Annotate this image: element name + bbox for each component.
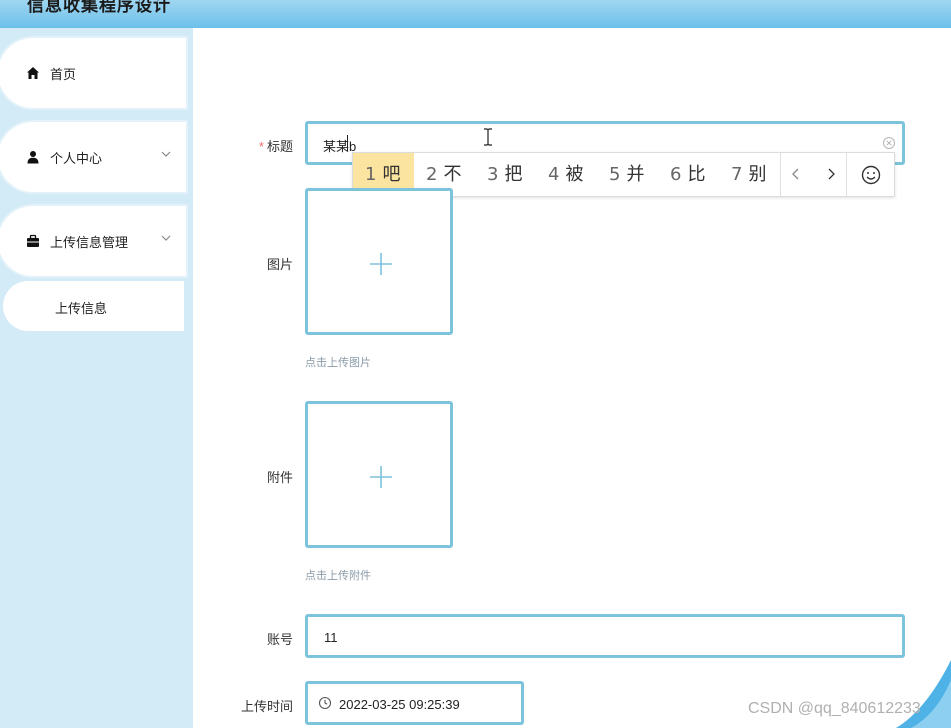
text-caret — [347, 135, 348, 151]
sidebar-item-upload-management[interactable]: 上传信息管理 — [0, 208, 184, 274]
text-cursor-icon — [484, 128, 492, 146]
briefcase-icon — [27, 234, 39, 247]
account-input[interactable]: 11 — [305, 614, 905, 658]
upload-time-label: 上传时间 — [240, 699, 293, 714]
user-icon — [27, 151, 39, 164]
image-label: 图片 — [266, 257, 293, 272]
ime-candidate[interactable]: 7别 — [719, 153, 780, 196]
plus-icon — [370, 466, 392, 488]
upload-time-value: 2022-03-25 09:25:39 — [339, 697, 460, 712]
chevron-down-icon — [161, 151, 171, 157]
ime-candidate[interactable]: 6比 — [658, 153, 719, 196]
sidebar-subitem-upload-info[interactable]: 上传信息 — [3, 281, 184, 331]
image-upload-box[interactable] — [305, 188, 453, 335]
ime-candidate[interactable]: 5并 — [597, 153, 658, 196]
plus-icon — [370, 253, 392, 275]
sidebar-item-label: 上传信息管理 — [50, 235, 129, 250]
upload-time-picker[interactable]: 2022-03-25 09:25:39 — [305, 681, 524, 725]
ime-candidate[interactable]: 3把 — [475, 153, 536, 196]
image-upload-hint: 点击上传图片 — [305, 357, 371, 369]
chevron-right-icon[interactable] — [823, 166, 839, 182]
sidebar-subitem-label: 上传信息 — [55, 301, 108, 316]
clock-icon — [318, 696, 332, 710]
attachment-upload-box[interactable] — [305, 401, 453, 548]
app-title: 信息收集程序设计 — [27, 0, 171, 15]
attachment-label: 附件 — [266, 470, 293, 485]
attachment-upload-hint: 点击上传附件 — [305, 570, 371, 582]
ime-candidate[interactable]: 4被 — [536, 153, 597, 196]
sidebar-item-home[interactable]: 首页 — [0, 40, 184, 106]
clear-icon[interactable] — [882, 136, 896, 150]
sidebar: 首页 个人中心 上传信息管理 上传信息 — [0, 28, 193, 728]
chevron-down-icon — [161, 235, 171, 241]
sidebar-item-personal-center[interactable]: 个人中心 — [0, 124, 184, 190]
home-icon — [27, 67, 39, 79]
app-header: 信息收集程序设计 — [0, 0, 951, 28]
sidebar-item-label: 首页 — [50, 67, 77, 82]
chevron-left-icon[interactable] — [788, 166, 804, 182]
ime-divider — [846, 153, 847, 196]
watermark: CSDN @qq_840612233 — [748, 700, 921, 717]
account-label: 账号 — [266, 632, 293, 647]
ime-divider — [780, 153, 781, 196]
emoji-icon[interactable] — [860, 164, 882, 186]
title-label: * 标题 — [258, 139, 293, 154]
account-input-value: 11 — [324, 630, 338, 645]
sidebar-item-label: 个人中心 — [50, 151, 103, 166]
required-mark: * — [258, 139, 264, 154]
